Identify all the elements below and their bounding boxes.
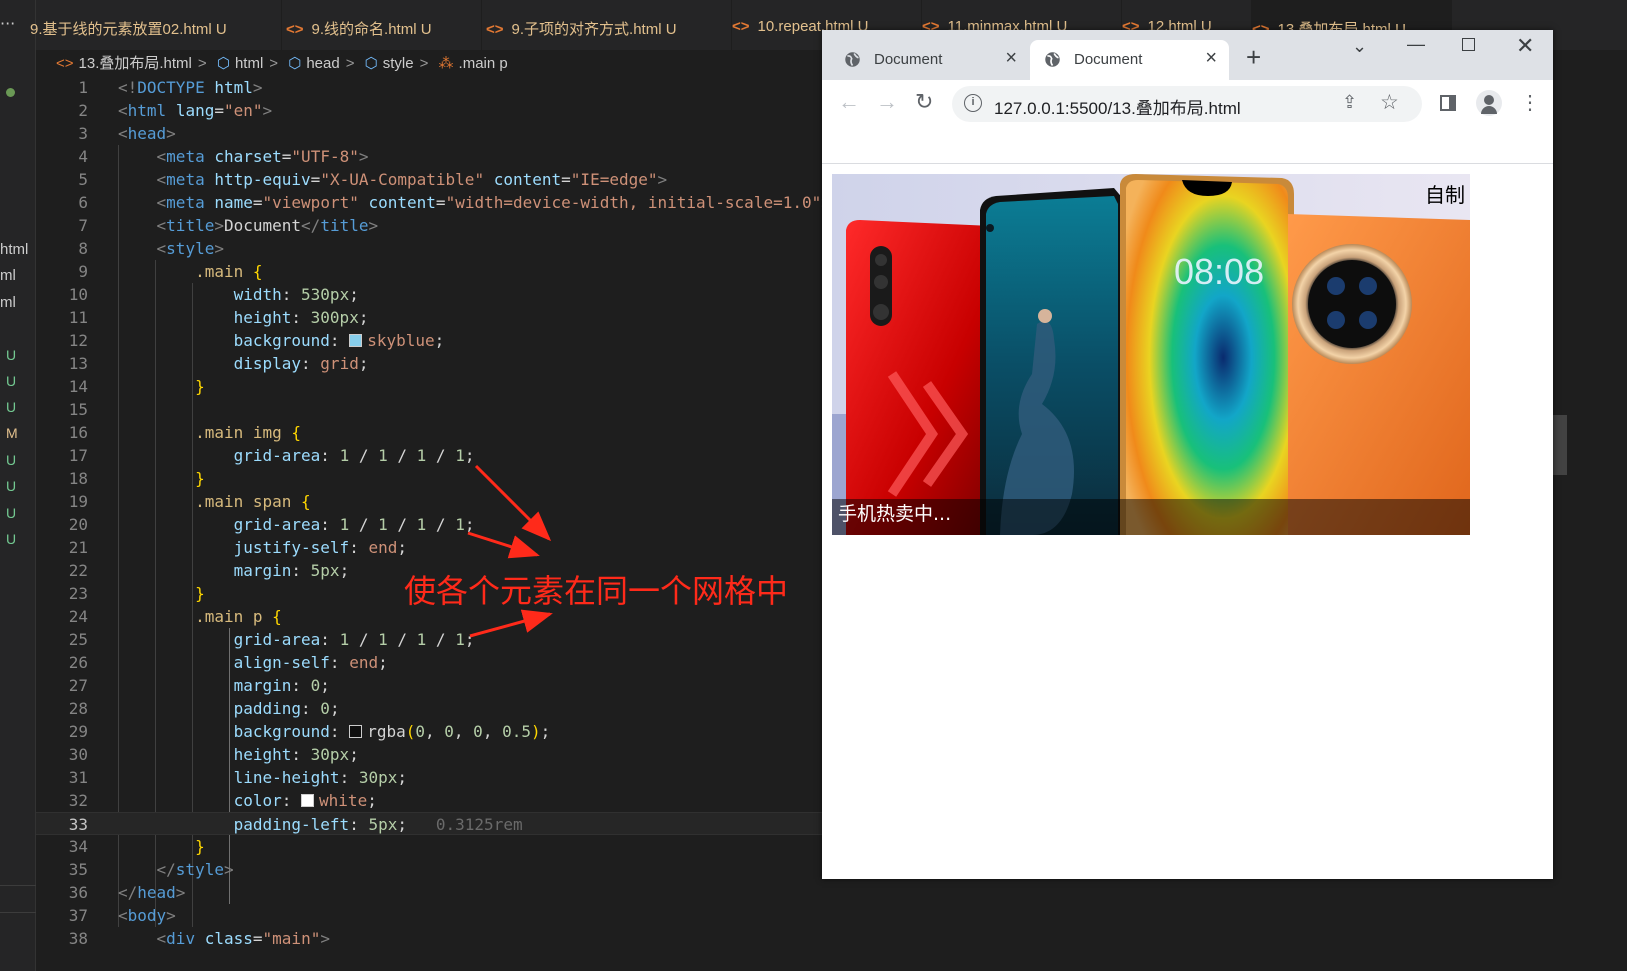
scrollbar-thumb[interactable] — [1553, 415, 1567, 475]
profile-avatar-icon[interactable] — [1476, 90, 1502, 116]
url-text[interactable]: 127.0.0.1:5500/13.叠加布局.html — [994, 94, 1241, 119]
bookmark-star-icon[interactable]: ☆ — [1380, 90, 1399, 115]
browser-window: Document × Document × + ⌄ — ✕ ← → ↻ i 12… — [822, 30, 1553, 879]
editor-scrollbar[interactable] — [1553, 50, 1627, 971]
arrow-icon — [469, 609, 553, 638]
arrow-icon — [467, 531, 540, 559]
globe-icon — [1045, 52, 1060, 67]
back-icon[interactable]: ← — [838, 89, 860, 115]
info-icon[interactable]: i — [964, 94, 982, 112]
toolbar-divider — [822, 163, 1553, 164]
chevron-down-icon[interactable]: ⌄ — [1352, 36, 1367, 57]
browser-tab-active[interactable]: Document × — [1030, 40, 1229, 80]
annotation-text: 使各个元素在同一个网格中 — [404, 572, 789, 610]
close-icon[interactable]: × — [1005, 47, 1017, 70]
main-grid: 08:08 自制 手机热卖中... — [832, 174, 1470, 535]
minimize-icon[interactable]: — — [1407, 34, 1425, 55]
close-window-icon[interactable]: ✕ — [1516, 33, 1534, 59]
address-bar[interactable]: i 127.0.0.1:5500/13.叠加布局.html ⇪ ☆ — [952, 86, 1422, 122]
corner-label: 自制 — [1425, 183, 1465, 207]
tab-title: Document — [1074, 51, 1143, 68]
maximize-icon[interactable] — [1462, 38, 1475, 51]
globe-icon — [845, 52, 860, 67]
side-panel-icon[interactable] — [1440, 95, 1456, 111]
browser-toolbar: ← → ↻ i 127.0.0.1:5500/13.叠加布局.html ⇪ ☆ … — [822, 80, 1553, 128]
arrow-icon — [474, 464, 552, 542]
browser-titlebar: Document × Document × + ⌄ — ✕ — [822, 30, 1553, 80]
share-icon[interactable]: ⇪ — [1342, 92, 1357, 113]
svg-text:08:08: 08:08 — [1174, 251, 1264, 292]
reload-icon[interactable]: ↻ — [915, 89, 933, 115]
browser-tab[interactable]: Document × — [830, 40, 1029, 80]
phones-product-image: 08:08 — [832, 174, 1470, 535]
menu-kebab-icon[interactable]: ⋮ — [1520, 90, 1540, 115]
new-tab-icon[interactable]: + — [1246, 42, 1261, 73]
close-icon[interactable]: × — [1205, 47, 1217, 70]
forward-icon[interactable]: → — [876, 89, 898, 115]
caption-bar: 手机热卖中... — [832, 499, 1470, 535]
tab-title: Document — [874, 51, 943, 68]
